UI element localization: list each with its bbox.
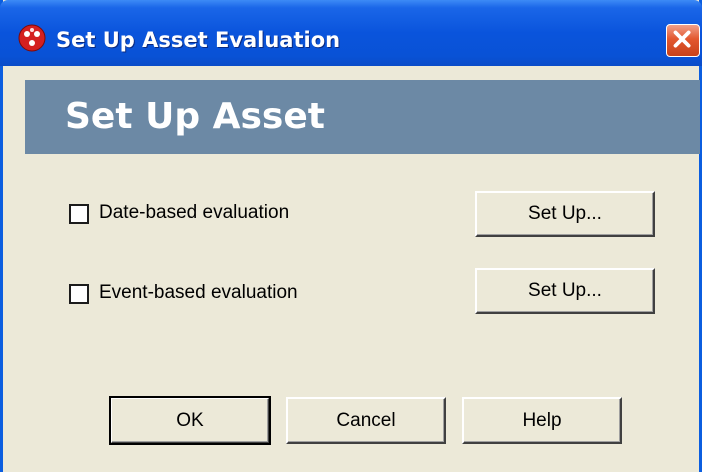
date-based-setup-button[interactable]: Set Up... [475, 191, 655, 237]
event-based-checkbox[interactable] [69, 284, 89, 304]
red-dots-app-icon [18, 24, 46, 52]
event-based-label: Event-based evaluation [99, 282, 298, 303]
dialog-window: Set Up Asset Evaluation Set Up Asset Dat… [0, 0, 702, 472]
date-based-checkbox[interactable] [69, 204, 89, 224]
event-based-setup-button[interactable]: Set Up... [475, 268, 655, 314]
header-band: Set Up Asset [25, 80, 700, 154]
window-title: Set Up Asset Evaluation [56, 28, 341, 52]
title-bar[interactable]: Set Up Asset Evaluation [0, 0, 702, 66]
help-button[interactable]: Help [462, 397, 622, 444]
cancel-button[interactable]: Cancel [286, 397, 446, 444]
page-title: Set Up Asset [65, 96, 325, 137]
close-icon [673, 30, 691, 48]
ok-button[interactable]: OK [109, 396, 271, 445]
close-button[interactable] [666, 24, 700, 57]
date-based-label: Date-based evaluation [99, 202, 290, 223]
